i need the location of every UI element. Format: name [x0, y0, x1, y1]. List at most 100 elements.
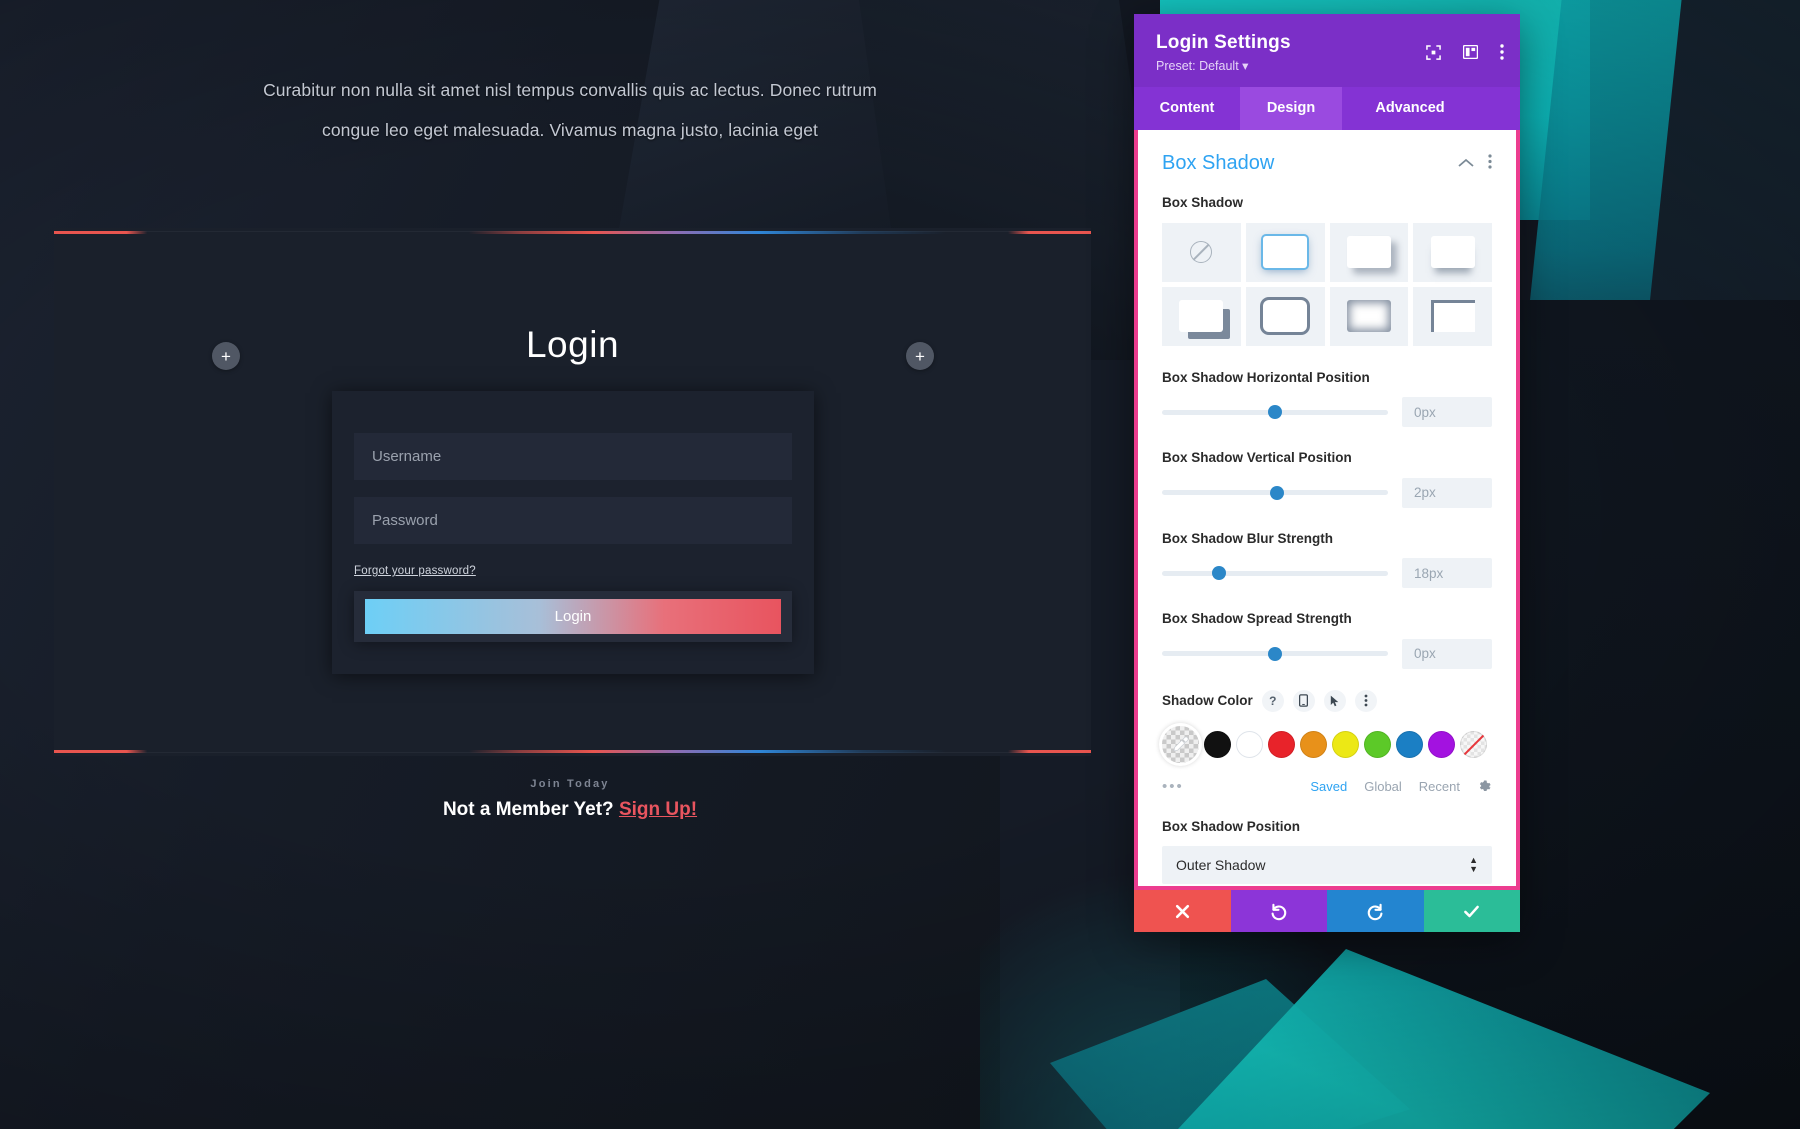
username-input[interactable]: Username: [354, 433, 792, 480]
ellipsis-icon[interactable]: •••: [1162, 778, 1184, 795]
chevron-updown-icon: ▲ ▼: [1469, 855, 1478, 875]
slider-knob[interactable]: [1268, 405, 1282, 420]
section-inner: + + Login Username Password Forgot your …: [54, 234, 1091, 750]
intro-line-1: Curabitur non nulla sit amet nisl tempus…: [263, 80, 877, 100]
swatch-white[interactable]: [1236, 730, 1263, 758]
box-shadow-position-select[interactable]: Outer Shadow ▲ ▼: [1162, 846, 1492, 885]
swatch-orange[interactable]: [1300, 730, 1327, 758]
swatch-black[interactable]: [1204, 730, 1231, 758]
preset-bottom-soft[interactable]: [1413, 222, 1492, 282]
login-submit-button[interactable]: Login: [365, 599, 781, 634]
slider-knob[interactable]: [1270, 485, 1285, 500]
slider-knob[interactable]: [1211, 566, 1226, 581]
slider-label: Box Shadow Blur Strength: [1162, 530, 1334, 546]
tab-advanced[interactable]: Advanced: [1342, 87, 1478, 130]
slider-track[interactable]: [1162, 646, 1388, 661]
slider-spread-strength: Box Shadow Spread Strength 0px: [1162, 609, 1492, 669]
modal-footer-actions: [1134, 890, 1520, 932]
tab-content[interactable]: Content: [1134, 87, 1240, 130]
palette-tab-global[interactable]: Global: [1364, 779, 1402, 794]
login-title: Login: [525, 324, 620, 365]
shadow-color-label: Shadow Color: [1162, 693, 1253, 709]
intro-line-2: congue leo eget malesuada. Vivamus magna…: [322, 120, 818, 140]
swatch-transparent[interactable]: [1460, 730, 1487, 758]
slider-track[interactable]: [1162, 485, 1388, 500]
preset-outline-glow[interactable]: [1245, 222, 1325, 282]
color-palette-tabs: Saved Global Recent: [1310, 779, 1492, 794]
slider-vertical-position: Box Shadow Vertical Position 2px: [1162, 448, 1492, 508]
slider-value-input[interactable]: 0px: [1402, 397, 1492, 428]
swatch-green[interactable]: [1364, 730, 1391, 758]
modal-body: Box Shadow Box Shadow Box Shadow Horizon…: [1134, 130, 1520, 890]
sign-up-link[interactable]: Sign Up!: [619, 799, 697, 820]
cancel-button[interactable]: [1134, 890, 1231, 932]
more-vertical-icon[interactable]: [1354, 689, 1377, 712]
more-vertical-icon[interactable]: [1500, 44, 1504, 60]
not-a-member-text: Not a Member Yet?: [442, 799, 614, 820]
hover-icon[interactable]: [1323, 689, 1346, 712]
box-shadow-preset-grid: [1162, 222, 1492, 346]
responsive-icon[interactable]: [1292, 689, 1315, 712]
forgot-password-link[interactable]: Forgot your password?: [354, 565, 476, 577]
slider-label: Box Shadow Vertical Position: [1162, 450, 1352, 466]
box-shadow-group-title: Box Shadow: [1162, 152, 1275, 174]
not-a-member-line: Not a Member Yet? Sign Up!: [0, 799, 1140, 821]
eyedropper-picker-swatch[interactable]: [1162, 725, 1199, 763]
no-shadow-icon: [1190, 241, 1213, 264]
swatch-yellow[interactable]: [1332, 730, 1359, 758]
undo-button[interactable]: [1230, 890, 1327, 932]
preset-bottom-right-hard[interactable]: [1162, 286, 1241, 346]
password-input[interactable]: Password: [354, 497, 792, 544]
preset-bottom-right-soft[interactable]: [1329, 222, 1409, 282]
slider-label: Box Shadow Horizontal Position: [1162, 369, 1370, 385]
login-settings-modal: Login Settings Preset: Default ▾ Content…: [1134, 14, 1520, 932]
slider-track[interactable]: [1162, 405, 1388, 420]
slider-value-input[interactable]: 18px: [1402, 558, 1492, 589]
slider-track[interactable]: [1162, 566, 1388, 581]
slider-blur-strength: Box Shadow Blur Strength 18px: [1162, 529, 1492, 589]
swatch-red[interactable]: [1268, 730, 1295, 758]
box-shadow-position-label: Box Shadow Position: [1162, 818, 1301, 834]
shadow-color-row: Shadow Color ?: [1162, 689, 1492, 712]
preset-inner-shadow[interactable]: [1329, 286, 1409, 346]
chevron-down-icon: ▾: [1242, 59, 1249, 73]
page-root: Curabitur non nulla sit amet nisl tempus…: [0, 0, 1800, 1129]
slider-label: Box Shadow Spread Strength: [1162, 611, 1352, 627]
slider-value-input[interactable]: 0px: [1402, 638, 1492, 669]
group-header-actions: [1458, 153, 1492, 174]
preset-full-outline[interactable]: [1245, 286, 1325, 346]
modal-tabs: Content Design Advanced: [1134, 87, 1520, 130]
slider-value-input[interactable]: 2px: [1402, 477, 1492, 508]
preset-none[interactable]: [1162, 222, 1241, 282]
layout-icon[interactable]: [1463, 45, 1478, 59]
swatch-purple[interactable]: [1428, 730, 1455, 758]
palette-tab-saved[interactable]: Saved: [1310, 779, 1347, 794]
join-today-eyebrow: Join Today: [530, 778, 610, 790]
slider-knob[interactable]: [1268, 646, 1282, 661]
shadow-color-swatches: [1162, 725, 1492, 763]
box-shadow-preset-label: Box Shadow: [1162, 195, 1244, 210]
tab-design[interactable]: Design: [1240, 87, 1342, 130]
login-button-wrapper: Login: [354, 591, 792, 642]
section-bottom-border: [54, 750, 1091, 753]
more-vertical-icon[interactable]: [1488, 153, 1492, 174]
fullscreen-icon[interactable]: [1426, 44, 1441, 60]
redo-button[interactable]: [1327, 890, 1424, 932]
intro-paragraph: Curabitur non nulla sit amet nisl tempus…: [0, 70, 1140, 150]
box-shadow-group-header[interactable]: Box Shadow: [1162, 152, 1492, 175]
modal-preset-label: Preset: Default: [1156, 59, 1239, 73]
chevron-up-icon[interactable]: [1458, 155, 1474, 173]
preset-top-left-corner[interactable]: [1413, 286, 1492, 346]
select-value: Outer Shadow: [1176, 857, 1266, 874]
login-section[interactable]: + + Login Username Password Forgot your …: [54, 228, 1091, 756]
login-form-card: Username Password Forgot your password? …: [332, 391, 814, 674]
modal-preset-selector[interactable]: Preset: Default ▾: [1156, 58, 1498, 73]
save-button[interactable]: [1423, 890, 1520, 932]
slider-horizontal-position: Box Shadow Horizontal Position 0px: [1162, 368, 1492, 428]
help-icon[interactable]: ?: [1261, 689, 1284, 712]
color-palette-tabs-row: ••• Saved Global Recent: [1162, 778, 1492, 795]
gear-icon[interactable]: [1477, 779, 1492, 794]
modal-header: Login Settings Preset: Default ▾: [1134, 14, 1520, 87]
swatch-blue[interactable]: [1396, 730, 1423, 758]
palette-tab-recent[interactable]: Recent: [1419, 779, 1460, 794]
